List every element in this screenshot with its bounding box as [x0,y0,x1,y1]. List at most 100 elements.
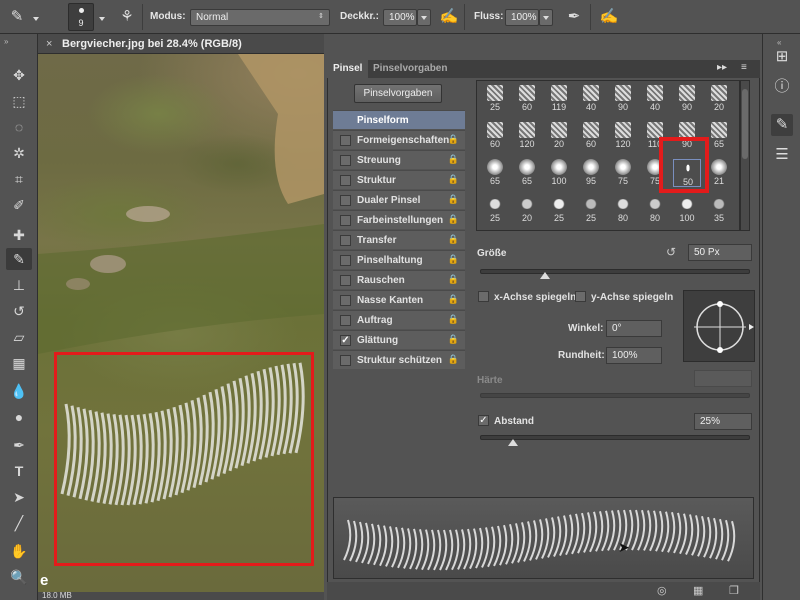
brush-setting-row[interactable]: Dualer Pinsel 🔒 [333,190,465,209]
lock-icon[interactable]: 🔒 [448,274,459,285]
brush-setting-row[interactable]: Struktur schützen 🔒 [333,350,465,369]
size-input[interactable]: 50 Px [688,244,752,261]
move-tool-icon[interactable]: ✥ [6,64,32,86]
crop-tool-icon[interactable]: ⌗ [6,168,32,190]
brush-tip[interactable]: 65 [513,159,541,187]
dodge-tool-icon[interactable]: ● [6,406,32,428]
setting-checkbox[interactable]: ✓ [340,335,351,346]
info-icon[interactable]: ⓘ [771,76,793,98]
brush-tip[interactable]: 20 [513,196,541,224]
blur-tool-icon[interactable]: 💧 [6,380,32,402]
brush-setting-row[interactable]: Struktur 🔒 [333,170,465,189]
blend-mode-select[interactable]: Normal [190,9,330,26]
flow-dropdown[interactable] [539,9,553,26]
tab-pinselvorgaben[interactable]: Pinselvorgaben [367,60,453,78]
brush-tip[interactable]: 35 [705,196,733,224]
setting-checkbox[interactable] [340,315,351,326]
flip-x-checkbox[interactable] [478,291,489,302]
lock-icon[interactable]: 🔒 [448,214,459,225]
brush-tip[interactable]: 25 [545,196,573,224]
brush-preset-picker[interactable]: 9 [68,3,94,31]
brush-tip[interactable]: 25 [577,196,605,224]
lock-icon[interactable]: 🔒 [448,154,459,165]
zoom-tool-icon[interactable]: 🔍 [6,566,32,588]
close-icon[interactable]: × [46,38,52,50]
flow-input[interactable]: 100% [505,9,539,26]
lock-icon[interactable]: 🔒 [448,314,459,325]
clone-stamp-tool-icon[interactable]: ⊥ [6,274,32,296]
brush-tip[interactable]: 21 [705,159,733,187]
document-tab[interactable]: × Bergviecher.jpg bei 28.4% (RGB/8) [38,34,324,54]
lock-icon[interactable]: 🔒 [448,174,459,185]
brush-tip[interactable]: 40 [577,85,605,113]
lock-icon[interactable]: 🔒 [448,134,459,145]
lock-icon[interactable]: 🔒 [448,194,459,205]
size-slider[interactable] [480,269,750,274]
spacing-slider[interactable] [480,435,750,440]
brush-grid-icon[interactable]: ▦ [693,584,703,597]
toggle-preview-icon[interactable]: ◎ [657,584,667,597]
document-canvas[interactable]: e [38,54,324,592]
brush-tip[interactable]: 20 [705,85,733,113]
setting-checkbox[interactable] [340,255,351,266]
panel-menu-icon[interactable]: ≡ [741,62,747,73]
size-slider-thumb[interactable] [540,272,550,279]
brush-tip[interactable]: 20 [545,122,573,150]
setting-checkbox[interactable] [340,175,351,186]
flip-y-checkbox[interactable] [575,291,586,302]
brush-tip[interactable]: 80 [609,196,637,224]
lock-icon[interactable]: 🔒 [448,334,459,345]
brush-setting-row[interactable]: Rauschen 🔒 [333,270,465,289]
brush-tip[interactable]: 60 [577,122,605,150]
history-brush-tool-icon[interactable]: ↺ [6,300,32,322]
brush-tip[interactable]: 75 [609,159,637,187]
path-selection-tool-icon[interactable]: ➤ [6,486,32,508]
setting-checkbox[interactable] [340,355,351,366]
brush-tip[interactable]: 65 [481,159,509,187]
pressure-opacity-icon[interactable]: ✍ [438,6,460,28]
pen-tool-icon[interactable]: ✒ [6,434,32,456]
brush-tip[interactable]: 119 [545,85,573,113]
brush-tip[interactable]: 80 [641,196,669,224]
brush-setting-row[interactable]: Nasse Kanten 🔒 [333,290,465,309]
setting-checkbox[interactable] [340,275,351,286]
brush-tip[interactable]: 65 [705,122,733,150]
adjustments-icon[interactable]: ☰ [771,144,793,166]
lasso-tool-icon[interactable]: ◌ [6,116,32,138]
brush-setting-row[interactable]: Transfer 🔒 [333,230,465,249]
brush-tool-icon[interactable]: ✎ [6,6,28,28]
brush-setting-row[interactable]: Auftrag 🔒 [333,310,465,329]
setting-checkbox[interactable] [340,155,351,166]
lock-icon[interactable]: 🔒 [448,254,459,265]
brush-tip[interactable]: 120 [513,122,541,150]
pressure-size-icon[interactable]: ✍ [598,6,620,28]
setting-checkbox[interactable] [340,215,351,226]
brush-tip[interactable]: 40 [641,85,669,113]
spacing-slider-thumb[interactable] [508,439,518,446]
brush-preset-dropdown[interactable] [96,11,106,23]
brush-presets-button[interactable]: Pinselvorgaben [354,84,442,103]
healing-brush-tool-icon[interactable]: ✚ [6,224,32,246]
lock-icon[interactable]: 🔒 [448,294,459,305]
opacity-input[interactable]: 100% [383,9,417,26]
tip-grid-scrollbar[interactable] [740,80,750,231]
tab-pinsel[interactable]: Pinsel [327,60,369,78]
brush-tip[interactable]: 60 [481,122,509,150]
brush-tool-icon[interactable]: ✎ [6,248,32,270]
setting-checkbox[interactable] [340,135,351,146]
brush-tip[interactable]: 100 [545,159,573,187]
gradient-tool-icon[interactable]: ▦ [6,352,32,374]
brush-setting-row[interactable]: Farbeinstellungen 🔒 [333,210,465,229]
collapse-arrows-icon[interactable]: » [4,37,8,46]
eraser-tool-icon[interactable]: ▱ [6,326,32,348]
tool-preset-dropdown[interactable] [30,11,40,23]
brush-setting-row[interactable]: ✓ Glättung 🔒 [333,330,465,349]
angle-roundness-widget[interactable] [683,290,755,362]
eyedropper-tool-icon[interactable]: ✐ [6,194,32,216]
brush-tip[interactable]: 95 [577,159,605,187]
lock-icon[interactable]: 🔒 [448,354,459,365]
spacing-checkbox[interactable]: ✓ [478,415,489,426]
brush-setting-row[interactable]: Pinselform [333,110,465,129]
brush-tip[interactable]: 60 [513,85,541,113]
line-tool-icon[interactable]: ╱ [6,512,32,534]
